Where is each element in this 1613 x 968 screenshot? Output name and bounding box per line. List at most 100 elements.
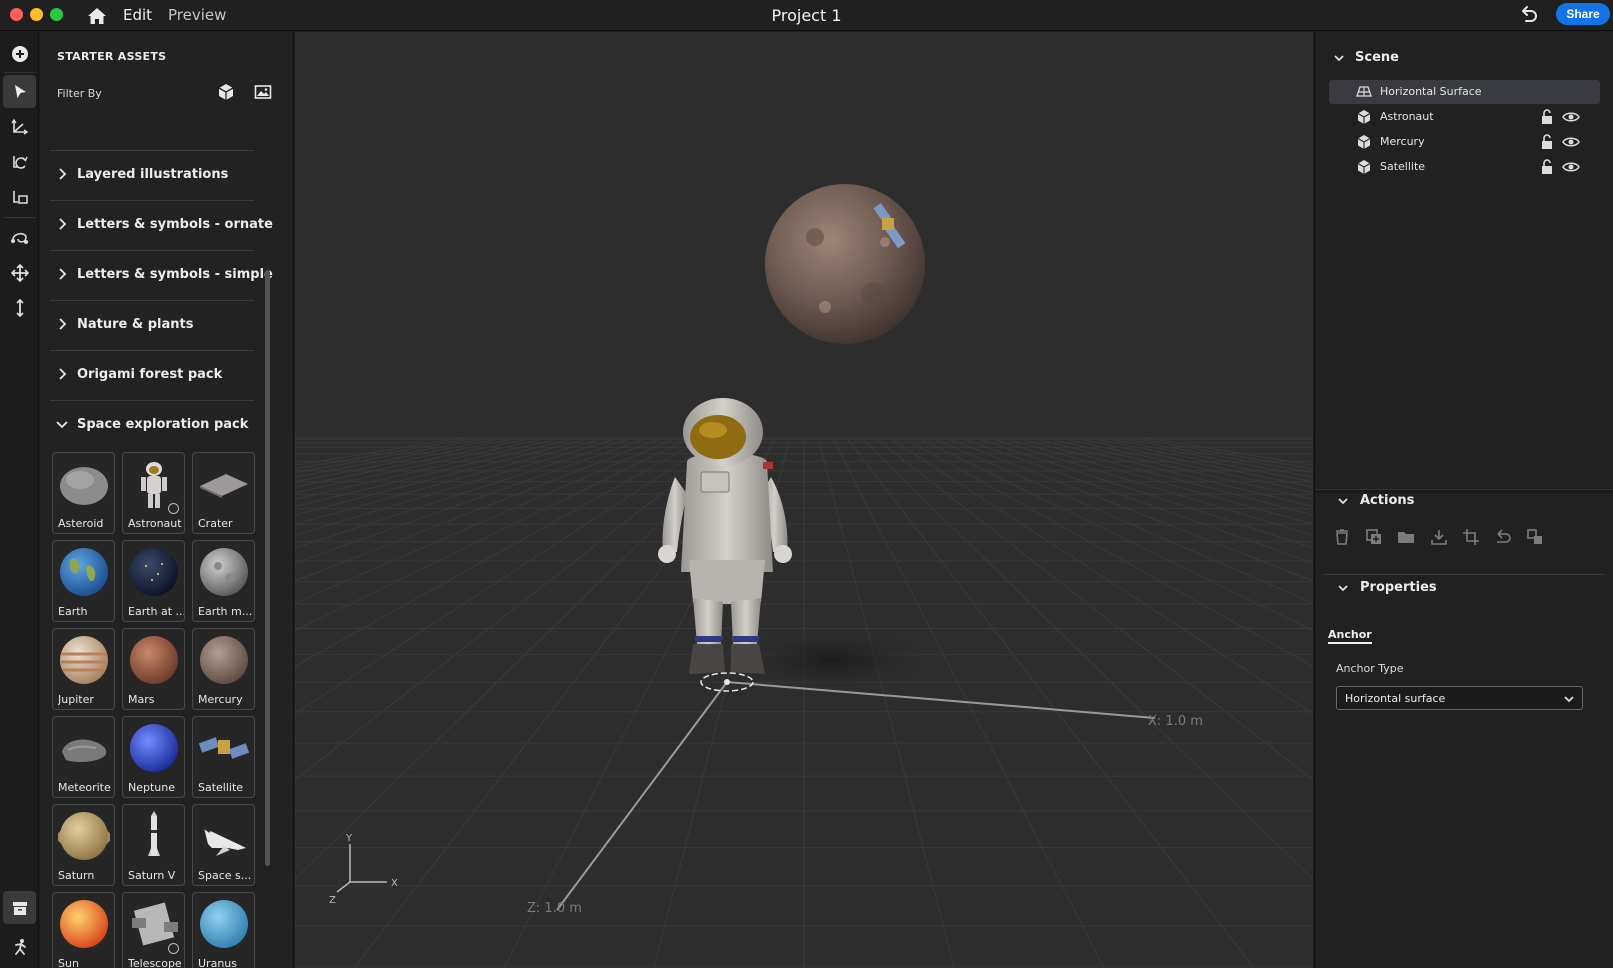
asset-tile-label: Asteroid <box>58 517 104 530</box>
unlock-icon[interactable] <box>1539 133 1555 150</box>
surface-icon <box>1356 86 1372 97</box>
category-label: Origami forest pack <box>77 367 223 382</box>
drop-to-ground-icon[interactable] <box>1429 527 1449 547</box>
asset-tile-label: Sun <box>58 957 79 968</box>
assets-scrollbar[interactable] <box>265 270 270 866</box>
mercury-icon <box>200 636 248 684</box>
asset-tile[interactable]: Neptune <box>122 716 185 798</box>
replace-icon[interactable] <box>1525 527 1545 547</box>
chevron-down-icon <box>1564 696 1574 703</box>
asset-tile-label: Crater <box>198 517 233 530</box>
x-axis-label: X: 1.0 m <box>1148 714 1203 729</box>
scene-item[interactable]: Astronaut <box>1329 105 1600 129</box>
asset-tile[interactable]: Earth <box>52 540 115 622</box>
rotate-tool[interactable] <box>3 146 36 179</box>
chevron-right-icon <box>59 318 67 330</box>
asset-tile-label: Space s... <box>198 869 252 882</box>
earth-night-icon <box>130 548 178 596</box>
cube-icon <box>1357 110 1371 124</box>
filter-3d-cube-icon[interactable] <box>216 82 236 102</box>
actions-panel-toggle[interactable] <box>3 930 36 963</box>
animated-badge-icon <box>168 943 179 954</box>
starter-assets-panel: STARTER ASSETS Filter By Layered illustr… <box>40 32 294 968</box>
asset-tile[interactable]: Crater <box>192 452 255 534</box>
actions-collapse-chevron-icon[interactable] <box>1337 495 1349 507</box>
filter-image-icon[interactable] <box>253 82 273 102</box>
undo-icon[interactable] <box>1517 4 1539 26</box>
asset-tile-label: Meteorite <box>58 781 111 794</box>
category-row[interactable]: Layered illustrations <box>50 150 254 199</box>
unlock-icon[interactable] <box>1539 108 1555 125</box>
actions-heading: Actions <box>1360 493 1415 508</box>
reset-icon[interactable] <box>1493 527 1513 547</box>
asset-tile[interactable]: Sun <box>52 892 115 968</box>
asset-tile[interactable]: Mars <box>122 628 185 710</box>
dolly-tool[interactable] <box>3 291 36 324</box>
share-button[interactable]: Share <box>1556 3 1610 25</box>
rocket-icon <box>148 811 160 856</box>
asset-tile[interactable]: Mercury <box>192 628 255 710</box>
unlock-icon[interactable] <box>1539 158 1555 175</box>
scale-tool[interactable] <box>3 181 36 214</box>
category-row[interactable]: Nature & plants <box>50 300 254 349</box>
window-maximize-button[interactable] <box>50 8 63 21</box>
add-object-button[interactable] <box>3 37 36 70</box>
category-row[interactable]: Letters & symbols - ornate <box>50 200 273 249</box>
pan-tool[interactable] <box>3 256 36 289</box>
group-folder-icon[interactable] <box>1396 527 1416 547</box>
window-close-button[interactable] <box>10 8 23 21</box>
3d-viewport[interactable]: X: 1.0 m Z: 1.0 m Y X Z <box>295 32 1313 968</box>
scene-item[interactable]: Horizontal Surface <box>1329 80 1600 104</box>
move-tool[interactable] <box>3 111 36 144</box>
pan-arrows-icon <box>10 263 29 282</box>
title-bar: Edit Preview Project 1 Share <box>0 0 1613 31</box>
asset-tile-label: Mercury <box>198 693 243 706</box>
asset-tile[interactable]: Space s... <box>192 804 255 886</box>
eye-icon[interactable] <box>1562 109 1580 125</box>
plus-circle-icon <box>11 45 28 62</box>
scene-item[interactable]: Satellite <box>1329 155 1600 179</box>
asset-tile[interactable]: Astronaut <box>122 452 185 534</box>
anchor-type-value: Horizontal surface <box>1345 692 1446 705</box>
asset-tile[interactable]: Telescope <box>122 892 185 968</box>
asset-tile[interactable]: Asteroid <box>52 452 115 534</box>
assets-panel-toggle[interactable] <box>3 891 36 924</box>
select-tool[interactable] <box>3 75 36 108</box>
asset-tile[interactable]: Saturn <box>52 804 115 886</box>
asset-tile[interactable]: Satellite <box>192 716 255 798</box>
eye-icon[interactable] <box>1562 159 1580 175</box>
asset-tile[interactable]: Earth at ... <box>122 540 185 622</box>
mercury-model[interactable] <box>765 184 925 344</box>
asset-tile[interactable]: Earth m... <box>192 540 255 622</box>
scene-item[interactable]: Mercury <box>1329 130 1600 154</box>
menu-edit[interactable]: Edit <box>123 6 152 24</box>
asset-tile[interactable]: Saturn V <box>122 804 185 886</box>
path-tool[interactable] <box>3 221 36 254</box>
menu-preview[interactable]: Preview <box>168 6 226 24</box>
asset-tile-label: Astronaut <box>128 517 182 530</box>
project-title: Project 1 <box>771 6 842 25</box>
category-row[interactable]: Origami forest pack <box>50 350 254 399</box>
window-minimize-button[interactable] <box>30 8 43 21</box>
crop-icon[interactable] <box>1461 527 1481 547</box>
category-row[interactable]: Letters & symbols - simple <box>50 250 273 299</box>
home-icon[interactable] <box>86 5 108 27</box>
asset-tile[interactable]: Meteorite <box>52 716 115 798</box>
asset-tile-label: Mars <box>128 693 155 706</box>
trash-icon[interactable] <box>1332 527 1352 547</box>
tab-anchor[interactable]: Anchor <box>1328 628 1372 644</box>
properties-heading: Properties <box>1360 580 1437 595</box>
jupiter-icon <box>60 636 108 684</box>
asset-tile-label: Neptune <box>128 781 176 794</box>
eye-icon[interactable] <box>1562 134 1580 150</box>
scene-canvas[interactable]: X: 1.0 m Z: 1.0 m Y X Z <box>295 32 1313 968</box>
asset-tile[interactable]: Uranus <box>192 892 255 968</box>
category-row[interactable]: Space exploration pack <box>50 400 254 449</box>
z-axis-line <box>556 681 728 911</box>
scene-collapse-chevron-icon[interactable] <box>1333 52 1345 64</box>
properties-collapse-chevron-icon[interactable] <box>1337 582 1349 594</box>
anchor-center[interactable] <box>724 679 730 685</box>
duplicate-icon[interactable] <box>1364 527 1384 547</box>
anchor-type-select[interactable]: Horizontal surface <box>1336 686 1583 710</box>
asset-tile[interactable]: Jupiter <box>52 628 115 710</box>
